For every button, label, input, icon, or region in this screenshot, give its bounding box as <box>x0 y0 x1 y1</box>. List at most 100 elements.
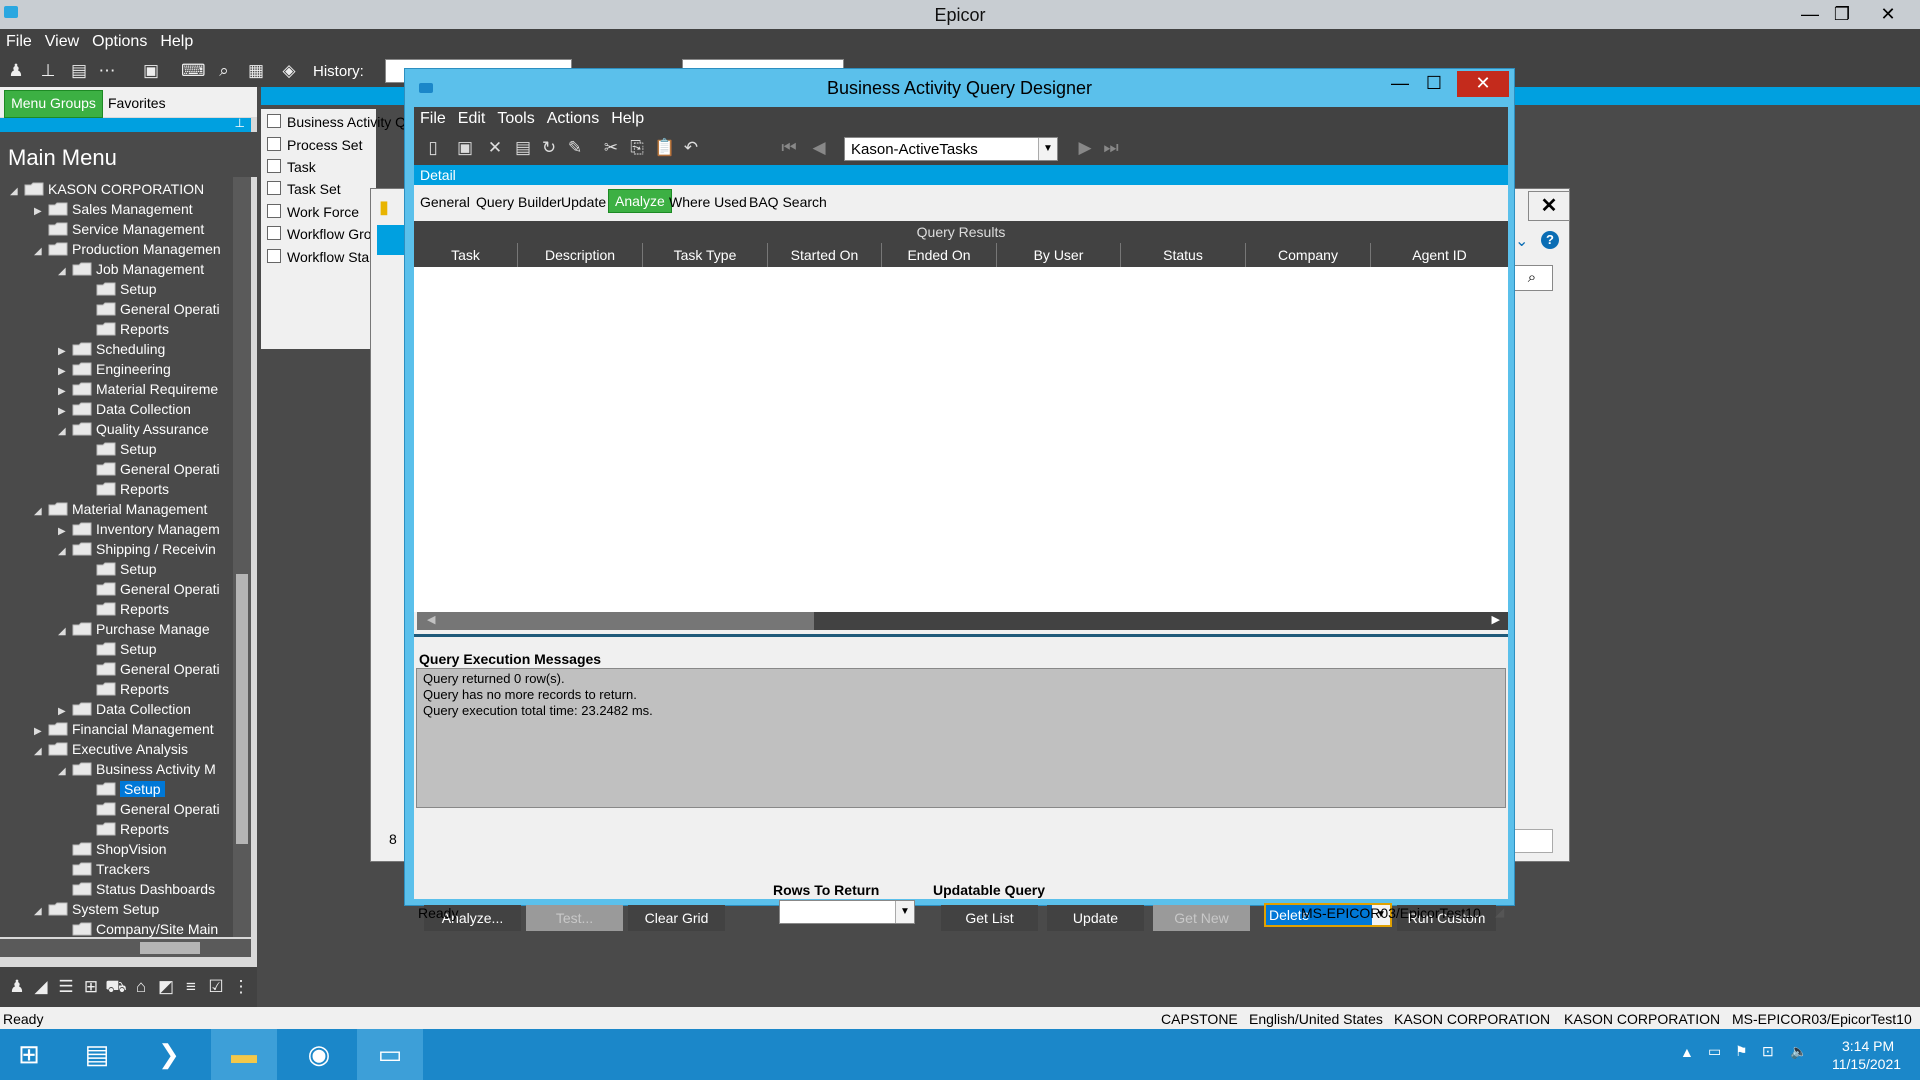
tree-node[interactable]: ◢ System Setup <box>34 899 159 919</box>
tree-node[interactable]: ▶ Financial Management <box>34 719 214 739</box>
tree-node[interactable]: ◢ Shipping / Receivin <box>58 539 216 559</box>
menu-view[interactable]: View <box>39 29 86 51</box>
dialog-menu-actions[interactable]: Actions <box>541 107 605 128</box>
tree-vertical-scrollbar[interactable] <box>233 177 251 937</box>
list-item[interactable]: Process Set <box>267 137 362 153</box>
tree-node[interactable]: Trackers <box>58 859 150 879</box>
tray-chevron-icon[interactable]: ▲ <box>1680 1044 1694 1060</box>
tree-node[interactable]: Reports <box>82 819 169 839</box>
next-record-icon[interactable]: ▶ <box>1074 137 1096 159</box>
calculator-icon[interactable]: ▦ <box>245 61 267 81</box>
chevron-down-icon[interactable]: ⌄ <box>1515 231 1528 251</box>
tree-node[interactable]: Service Management <box>34 219 204 239</box>
layers-icon[interactable]: ◈ <box>278 61 300 81</box>
close-button[interactable]: ✕ <box>1868 2 1908 26</box>
list-item[interactable]: Work Force <box>267 204 359 220</box>
col-description[interactable]: Description <box>518 243 643 267</box>
col-agent-id[interactable]: Agent ID <box>1371 243 1508 267</box>
collapse-arrow-icon[interactable]: ◢ <box>34 902 48 922</box>
tree-node[interactable]: ◢ Job Management <box>58 259 204 279</box>
dialog-close-button[interactable]: ✕ <box>1457 71 1509 97</box>
tab-menu-groups[interactable]: Menu Groups <box>4 90 103 118</box>
help-icon[interactable]: ? <box>1541 231 1559 249</box>
collapse-arrow-icon[interactable]: ◢ <box>10 182 24 202</box>
dialog-menu-file[interactable]: File <box>414 107 452 128</box>
tree-node[interactable]: ◢ Purchase Manage <box>58 619 210 639</box>
get-list-button[interactable]: Get List <box>941 905 1038 931</box>
powershell-icon[interactable]: ❯ <box>136 1029 202 1080</box>
collapse-arrow-icon[interactable]: ◢ <box>34 242 48 262</box>
first-record-icon[interactable]: ⏮ <box>778 137 800 159</box>
tray-network-icon[interactable]: ⊡ <box>1762 1043 1774 1060</box>
tree-node[interactable]: ▶ Scheduling <box>58 339 165 359</box>
chevron-down-icon[interactable]: ▼ <box>1038 138 1057 160</box>
tree-node[interactable]: Reports <box>82 679 169 699</box>
chart-icon[interactable]: ◩ <box>155 977 177 997</box>
tool1-icon[interactable]: ♟ <box>6 977 28 997</box>
tab-where-used[interactable]: Where Used <box>669 194 747 210</box>
list-icon[interactable]: ≡ <box>180 977 202 997</box>
list-item[interactable]: Workflow Gro <box>267 226 372 242</box>
tray-app-icon[interactable]: ▭ <box>1708 1043 1721 1060</box>
tool3-icon[interactable]: ☰ <box>55 977 77 997</box>
menu-help[interactable]: Help <box>154 29 200 51</box>
tree-node[interactable]: Reports <box>82 599 169 619</box>
new-icon[interactable]: ▯ <box>422 137 444 159</box>
tree-node[interactable]: General Operati <box>82 299 220 319</box>
tray-flag-icon[interactable]: ⚑ <box>1735 1043 1748 1060</box>
chrome-icon[interactable]: ◉ <box>286 1029 352 1080</box>
tree-node[interactable]: ◢ Material Management <box>34 499 207 519</box>
dialog-minimize-button[interactable]: — <box>1385 71 1415 95</box>
monitor-icon[interactable]: ▣ <box>140 61 162 81</box>
tool4-icon[interactable]: ⊞ <box>80 977 102 997</box>
refresh-icon[interactable]: ↻ <box>538 137 560 159</box>
start-button-icon[interactable]: ⊞ <box>0 1029 58 1080</box>
org-chart-icon[interactable]: ⊥ <box>37 61 59 81</box>
file-explorer-icon[interactable]: ▬ <box>211 1029 277 1080</box>
keyboard-icon[interactable]: ⌨ <box>181 61 206 81</box>
col-ended-on[interactable]: Ended On <box>882 243 997 267</box>
cut-icon[interactable]: ✂ <box>600 137 622 159</box>
tray-volume-icon[interactable]: 🔈 <box>1790 1043 1807 1060</box>
collapse-arrow-icon[interactable]: ◢ <box>58 622 72 642</box>
scroll-right-icon[interactable]: ▶ <box>1492 613 1500 626</box>
search-icon[interactable]: ⌕ <box>1511 265 1553 291</box>
collapse-arrow-icon[interactable]: ◢ <box>34 502 48 522</box>
tree-node[interactable]: Setup <box>82 439 157 459</box>
collapse-arrow-icon[interactable]: ◢ <box>58 422 72 442</box>
get-new-button[interactable]: Get New <box>1153 905 1250 931</box>
broom-icon[interactable]: ✎ <box>564 137 586 159</box>
scroll-thumb[interactable] <box>236 574 248 844</box>
dialog-menu-tools[interactable]: Tools <box>491 107 540 128</box>
tree-node[interactable]: ▶ Sales Management <box>34 199 193 219</box>
collapse-arrow-icon[interactable]: ◢ <box>34 742 48 762</box>
update-button[interactable]: Update <box>1047 905 1144 931</box>
splitter[interactable] <box>414 634 1508 637</box>
list-item[interactable]: Workflow Sta <box>267 249 369 265</box>
bank-icon[interactable]: ⌂ <box>130 977 152 997</box>
tree-node[interactable]: ◢ Quality Assurance <box>58 419 209 439</box>
list-item[interactable]: Task Set <box>267 181 341 197</box>
dialog-menu-help[interactable]: Help <box>605 107 650 128</box>
epicor-taskbar-icon[interactable]: ▭ <box>357 1029 423 1080</box>
dialog-menu-edit[interactable]: Edit <box>452 107 492 128</box>
col-by-user[interactable]: By User <box>997 243 1121 267</box>
document-icon[interactable]: ▤ <box>68 61 90 81</box>
tab-favorites[interactable]: Favorites <box>108 95 166 111</box>
tool2-icon[interactable]: ◢ <box>30 977 52 997</box>
tree-node[interactable]: ▶ Inventory Managem <box>58 519 220 539</box>
check-icon[interactable]: ☑ <box>205 977 227 997</box>
restore-button[interactable]: ❐ <box>1822 2 1862 26</box>
tab-analyze[interactable]: Analyze <box>608 189 672 213</box>
col-company[interactable]: Company <box>1246 243 1371 267</box>
results-grid[interactable] <box>414 267 1508 612</box>
search-doc-icon[interactable]: ⌕ <box>213 61 235 81</box>
previous-record-icon[interactable]: ◀ <box>808 137 830 159</box>
tree-node[interactable]: Reports <box>82 479 169 499</box>
more-icon[interactable]: ⋮ <box>230 977 252 997</box>
tree-node[interactable]: ▶ Engineering <box>58 359 171 379</box>
grid-scroll-thumb[interactable] <box>417 612 814 630</box>
col-task-type[interactable]: Task Type <box>643 243 768 267</box>
tab-general[interactable]: General <box>420 194 470 210</box>
tab-query-builder[interactable]: Query Builder <box>476 194 562 210</box>
